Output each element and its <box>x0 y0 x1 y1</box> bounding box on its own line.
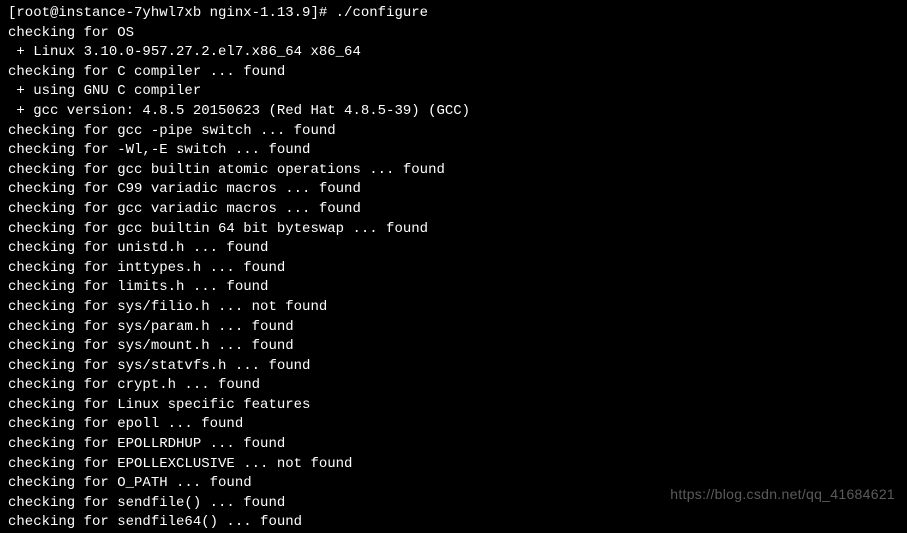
terminal-line: checking for sys/param.h ... found <box>8 318 899 338</box>
terminal-line: + Linux 3.10.0-957.27.2.el7.x86_64 x86_6… <box>8 43 899 63</box>
terminal-line: checking for EPOLLEXCLUSIVE ... not foun… <box>8 455 899 475</box>
terminal-line: checking for limits.h ... found <box>8 278 899 298</box>
terminal-line: checking for gcc builtin 64 bit byteswap… <box>8 220 899 240</box>
terminal-line: checking for C compiler ... found <box>8 63 899 83</box>
terminal-line: checking for gcc variadic macros ... fou… <box>8 200 899 220</box>
terminal-line: checking for C99 variadic macros ... fou… <box>8 180 899 200</box>
terminal-line: checking for unistd.h ... found <box>8 239 899 259</box>
terminal-line: checking for OS <box>8 24 899 44</box>
terminal-output: [root@instance-7yhwl7xb nginx-1.13.9]# .… <box>8 4 899 533</box>
terminal-line: [root@instance-7yhwl7xb nginx-1.13.9]# .… <box>8 4 899 24</box>
terminal-line: checking for gcc -pipe switch ... found <box>8 122 899 142</box>
terminal-line: checking for sys/filio.h ... not found <box>8 298 899 318</box>
terminal-line: checking for epoll ... found <box>8 415 899 435</box>
terminal-line: checking for -Wl,-E switch ... found <box>8 141 899 161</box>
terminal-line: + using GNU C compiler <box>8 82 899 102</box>
watermark-text: https://blog.csdn.net/qq_41684621 <box>670 485 895 505</box>
terminal-line: checking for sys/mount.h ... found <box>8 337 899 357</box>
terminal-line: checking for EPOLLRDHUP ... found <box>8 435 899 455</box>
terminal-line: checking for crypt.h ... found <box>8 376 899 396</box>
terminal-line: + gcc version: 4.8.5 20150623 (Red Hat 4… <box>8 102 899 122</box>
terminal-line: checking for Linux specific features <box>8 396 899 416</box>
terminal-line: checking for gcc builtin atomic operatio… <box>8 161 899 181</box>
terminal-line: checking for sendfile64() ... found <box>8 513 899 533</box>
terminal-line: checking for inttypes.h ... found <box>8 259 899 279</box>
terminal-line: checking for sys/statvfs.h ... found <box>8 357 899 377</box>
